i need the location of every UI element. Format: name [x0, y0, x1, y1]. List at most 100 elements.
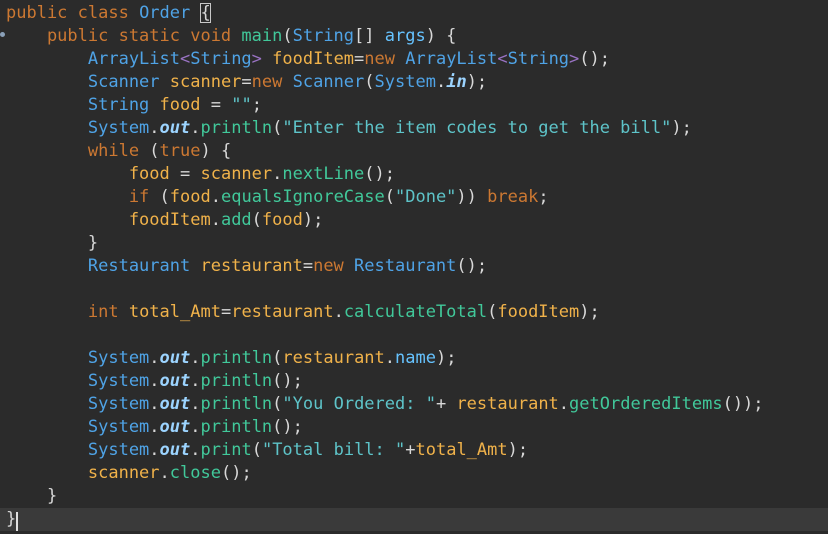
code-token: ) {	[425, 26, 457, 46]
code-token: ();	[220, 463, 252, 483]
code-token: .	[149, 371, 160, 391]
code-token: =	[241, 72, 252, 92]
code-token: ArrayList	[405, 49, 498, 69]
code-token: break	[487, 187, 539, 207]
code-token: =	[169, 164, 201, 184]
code-token: .	[149, 417, 160, 437]
code-line[interactable]: }	[6, 485, 57, 508]
code-line[interactable]: while (true) {	[6, 140, 231, 163]
code-line[interactable]: System.out.println("You Ordered: "+ rest…	[6, 393, 764, 416]
code-line[interactable]: food = scanner.nextLine();	[6, 163, 395, 186]
code-token: }	[6, 509, 17, 529]
code-line[interactable]: System.out.println("Enter the item codes…	[6, 117, 692, 140]
code-line[interactable]: System.out.println(restaurant.name);	[6, 347, 457, 370]
code-token: foodItem	[272, 49, 355, 69]
code-token: .	[210, 187, 221, 207]
code-line[interactable]: public static void main(String[] args) {	[6, 25, 456, 48]
code-token: >	[251, 49, 273, 69]
breakpoint-marker-icon	[0, 32, 5, 37]
code-token: "You Ordered: "	[282, 394, 436, 414]
code-token: .	[190, 394, 201, 414]
code-token: equalsIgnoreCase	[220, 187, 385, 207]
code-token: );	[466, 72, 488, 92]
code-token: println	[200, 118, 273, 138]
code-token: scanner	[169, 72, 242, 92]
code-line[interactable]: }	[6, 232, 98, 255]
code-line[interactable]: foodItem.add(food);	[6, 209, 324, 232]
code-token: ();	[579, 49, 611, 69]
code-token: getOrderedItems	[569, 394, 723, 414]
code-token: System	[6, 371, 150, 391]
code-line[interactable]: if (food.equalsIgnoreCase("Done")) break…	[6, 186, 549, 209]
code-token: []	[354, 26, 385, 46]
code-line[interactable]: String food = "";	[6, 94, 262, 117]
code-token: );	[302, 210, 324, 230]
code-token: <	[180, 49, 191, 69]
code-token: (	[149, 141, 160, 161]
code-token: new	[364, 49, 406, 69]
code-token: >	[569, 49, 580, 69]
code-token: String	[6, 95, 160, 115]
code-token: ))	[456, 187, 488, 207]
code-token: =	[220, 302, 232, 322]
code-token: add	[220, 210, 252, 230]
code-token: Restaurant	[354, 256, 457, 276]
code-token: .	[210, 210, 221, 230]
code-token: .	[435, 72, 447, 92]
code-line[interactable]: Scanner scanner=new Scanner(System.in);	[6, 71, 487, 94]
code-editor[interactable]: public class Order { public static void …	[0, 0, 828, 534]
code-token: total_Amt	[415, 440, 508, 460]
code-token: name	[395, 348, 436, 368]
code-token: .	[558, 394, 570, 414]
code-token: .	[149, 394, 160, 414]
code-token: );	[507, 440, 529, 460]
code-token: (	[282, 26, 293, 46]
code-token: .	[190, 371, 201, 391]
code-token: System	[6, 348, 150, 368]
code-token: println	[200, 417, 273, 437]
code-token: if	[6, 187, 160, 207]
code-token: new	[313, 256, 355, 276]
code-line[interactable]: ArrayList<String> foodItem=new ArrayList…	[6, 48, 610, 71]
code-line[interactable]: Restaurant restaurant=new Restaurant();	[6, 255, 487, 278]
code-token: println	[200, 394, 273, 414]
code-line[interactable]: System.out.print("Total bill: "+total_Am…	[6, 439, 528, 462]
code-line[interactable]: System.out.println();	[6, 370, 303, 393]
code-token: (	[384, 187, 395, 207]
code-token: print	[200, 440, 252, 460]
code-token: main	[241, 26, 283, 46]
code-token: "Enter the item codes to get the bill"	[282, 118, 672, 138]
code-token: ());	[722, 394, 764, 414]
code-token: ();	[364, 164, 395, 184]
code-token: (	[159, 187, 170, 207]
code-token: =	[302, 256, 314, 276]
code-token: (	[272, 348, 283, 368]
code-token: ;	[251, 95, 262, 115]
code-token: .	[272, 164, 283, 184]
code-line[interactable]: System.out.println();	[6, 416, 303, 439]
code-token: scanner	[6, 463, 160, 483]
code-token: ;	[538, 187, 549, 207]
code-line[interactable]: }	[0, 508, 828, 531]
code-token: .	[384, 348, 396, 368]
code-token: (	[251, 210, 262, 230]
code-token: Restaurant	[6, 256, 201, 276]
code-token: .	[190, 417, 201, 437]
code-token: close	[169, 463, 221, 483]
code-token: .	[159, 463, 170, 483]
code-line[interactable]: int total_Amt=restaurant.calculateTotal(…	[6, 301, 600, 324]
code-token: <	[497, 49, 508, 69]
code-token: in	[446, 72, 467, 92]
code-token: total_Amt	[128, 302, 221, 322]
code-token: .	[149, 348, 160, 368]
code-token: scanner	[200, 164, 273, 184]
code-token: ();	[272, 417, 303, 437]
code-token: "Done"	[395, 187, 457, 207]
code-token: ();	[272, 371, 303, 391]
code-token: System	[374, 72, 436, 92]
code-token: nextLine	[282, 164, 365, 184]
code-token: food	[261, 210, 303, 230]
code-line[interactable]: scanner.close();	[6, 462, 252, 485]
code-line[interactable]: public class Order {	[6, 2, 211, 25]
code-token: out	[159, 348, 191, 368]
